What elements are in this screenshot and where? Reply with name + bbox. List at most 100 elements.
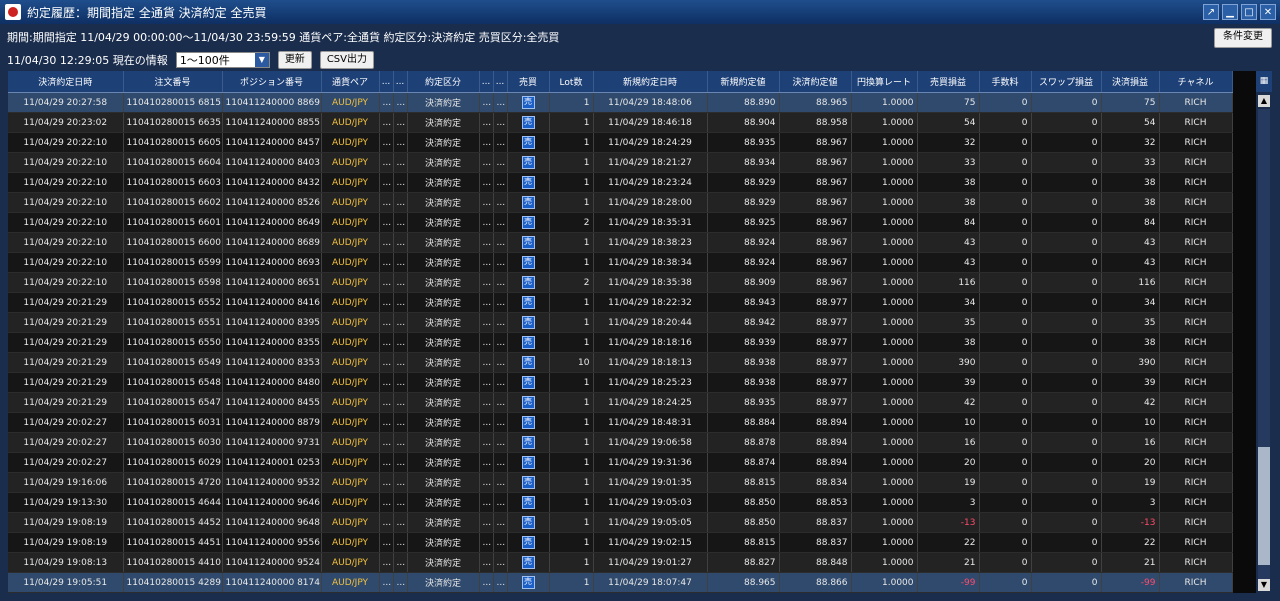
scroll-up-icon[interactable]: ▲: [1258, 95, 1270, 107]
table-row[interactable]: 11/04/29 19:13:30 110410280015 4644 110411…: [8, 492, 1233, 513]
table-cell: RICH: [1159, 512, 1233, 533]
table-row[interactable]: 11/04/29 20:21:29 110410280015 6551 110411…: [8, 312, 1233, 333]
column-header[interactable]: ポジション番号: [222, 71, 322, 93]
column-header[interactable]: ...: [479, 71, 494, 93]
table-row[interactable]: 11/04/29 20:22:10 110410280015 6602 110411…: [8, 192, 1233, 213]
table-cell: 0: [1031, 432, 1102, 453]
table-cell: 11/04/29 18:35:38: [593, 272, 708, 293]
side-badge-cell: 売: [507, 252, 550, 273]
table-cell: 38: [1101, 192, 1160, 213]
column-header[interactable]: 手数料: [979, 71, 1032, 93]
table-cell: ...: [479, 152, 494, 173]
column-header[interactable]: 注文番号: [123, 71, 223, 93]
table-cell: 20: [917, 452, 980, 473]
table-row[interactable]: 11/04/29 20:22:10 110410280015 6604 110411…: [8, 152, 1233, 173]
sell-badge: 売: [521, 516, 535, 529]
column-header[interactable]: チャネル: [1159, 71, 1233, 93]
table-row[interactable]: 11/04/29 20:02:27 110410280015 6029 110411…: [8, 452, 1233, 473]
table-cell: 0: [979, 452, 1032, 473]
csv-export-button[interactable]: CSV出力: [319, 51, 374, 69]
table-cell: 0: [979, 492, 1032, 513]
table-row[interactable]: 11/04/29 19:08:19 110410280015 4451 110411…: [8, 532, 1233, 553]
table-cell: ...: [393, 192, 408, 213]
column-settings-icon[interactable]: ▦: [1256, 71, 1272, 92]
table-cell: 19: [917, 472, 980, 493]
table-row[interactable]: 11/04/29 19:08:19 110410280015 4452 110411…: [8, 512, 1233, 533]
table-cell: 0: [979, 192, 1032, 213]
table-row[interactable]: 11/04/29 19:08:13 110410280015 4410 110411…: [8, 552, 1233, 573]
table-cell: ...: [379, 372, 394, 393]
table-row[interactable]: 11/04/29 20:02:27 110410280015 6031 110411…: [8, 412, 1233, 433]
column-header[interactable]: 約定区分: [407, 71, 480, 93]
column-header[interactable]: ...: [393, 71, 408, 93]
table-cell: AUD/JPY: [321, 452, 380, 473]
table-row[interactable]: 11/04/29 19:05:51 110410280015 4289 110411…: [8, 572, 1233, 593]
table-cell: 0: [979, 532, 1032, 553]
table-cell: 11/04/29 20:21:29: [8, 352, 124, 373]
close-icon[interactable]: ✕: [1260, 4, 1276, 20]
column-header[interactable]: 通貨ペア: [321, 71, 380, 93]
chevron-down-icon[interactable]: ▼: [254, 53, 269, 67]
table-row[interactable]: 11/04/29 20:27:58 110410280015 6815 110411…: [8, 92, 1233, 113]
table-cell: 1.0000: [851, 112, 918, 133]
table-row[interactable]: 11/04/29 20:21:29 110410280015 6547 110411…: [8, 392, 1233, 413]
table-row[interactable]: 11/04/29 20:21:29 110410280015 6549 110411…: [8, 352, 1233, 373]
table-row[interactable]: 11/04/29 20:22:10 110410280015 6599 110411…: [8, 252, 1233, 273]
table-cell: 88.977: [779, 292, 852, 313]
table-cell: 110410280015 6603: [123, 172, 223, 193]
table-cell: RICH: [1159, 272, 1233, 293]
column-header[interactable]: 売買: [507, 71, 550, 93]
table-cell: -13: [917, 512, 980, 533]
table-cell: 110411240000 8693: [222, 252, 322, 273]
table-cell: 3: [1101, 492, 1160, 513]
minimize-icon[interactable]: ▁: [1222, 4, 1238, 20]
table-row[interactable]: 11/04/29 20:22:10 110410280015 6598 110411…: [8, 272, 1233, 293]
column-header[interactable]: 決済約定値: [779, 71, 852, 93]
column-header[interactable]: ...: [493, 71, 508, 93]
table-row[interactable]: 11/04/29 20:22:10 110410280015 6605 110411…: [8, 132, 1233, 153]
table-row[interactable]: 11/04/29 20:22:10 110410280015 6600 110411…: [8, 232, 1233, 253]
pin-icon[interactable]: ↗: [1203, 4, 1219, 20]
table-row[interactable]: 11/04/29 20:02:27 110410280015 6030 110411…: [8, 432, 1233, 453]
column-header[interactable]: 新規約定日時: [593, 71, 708, 93]
column-header[interactable]: 決済約定日時: [8, 71, 124, 93]
table-cell: AUD/JPY: [321, 112, 380, 133]
table-cell: 75: [917, 92, 980, 113]
table-cell: 88.878: [707, 432, 780, 453]
table-cell: RICH: [1159, 192, 1233, 213]
table-cell: 1: [549, 472, 594, 493]
table-row[interactable]: 11/04/29 20:21:29 110410280015 6548 110411…: [8, 372, 1233, 393]
change-condition-button[interactable]: 条件変更: [1214, 28, 1272, 48]
table-body: 11/04/29 20:27:58 110410280015 6815 110411…: [8, 92, 1233, 593]
table-row[interactable]: 11/04/29 20:23:02 110410280015 6635 110411…: [8, 112, 1233, 133]
vertical-scrollbar[interactable]: ▦ ▲ ▼: [1256, 71, 1272, 593]
column-header[interactable]: 決済損益: [1101, 71, 1160, 93]
column-header[interactable]: スワップ損益: [1031, 71, 1102, 93]
column-header[interactable]: 円換算レート: [851, 71, 918, 93]
table-cell: ...: [479, 352, 494, 373]
scroll-thumb[interactable]: [1258, 447, 1270, 565]
table-cell: ...: [493, 272, 508, 293]
column-header[interactable]: 売買損益: [917, 71, 980, 93]
scroll-down-icon[interactable]: ▼: [1258, 579, 1270, 591]
refresh-button[interactable]: 更新: [277, 51, 312, 69]
table-row[interactable]: 11/04/29 20:21:29 110410280015 6550 110411…: [8, 332, 1233, 353]
table-row[interactable]: 11/04/29 19:16:06 110410280015 4720 110411…: [8, 472, 1233, 493]
column-header[interactable]: Lot数: [549, 71, 594, 93]
column-header[interactable]: 新規約定値: [707, 71, 780, 93]
side-badge-cell: 売: [507, 132, 550, 153]
table-cell: 110410280015 6551: [123, 312, 223, 333]
table-cell: 110410280015 6600: [123, 232, 223, 253]
table-cell: 110410280015 4289: [123, 572, 223, 593]
title-bar[interactable]: 約定履歴：期間指定 全通貨 決済約定 全売買 ↗ ▁ □ ✕: [0, 0, 1280, 24]
table-cell: 0: [1031, 272, 1102, 293]
table-cell: 1.0000: [851, 132, 918, 153]
table-row[interactable]: 11/04/29 20:22:10 110410280015 6603 110411…: [8, 172, 1233, 193]
column-header[interactable]: ...: [379, 71, 394, 93]
range-select[interactable]: 1～100件 ▼: [175, 52, 270, 68]
table-row[interactable]: 11/04/29 20:21:29 110410280015 6552 110411…: [8, 292, 1233, 313]
table-cell: ...: [379, 92, 394, 113]
table-cell: 11/04/29 18:48:06: [593, 92, 708, 113]
maximize-icon[interactable]: □: [1241, 4, 1257, 20]
table-row[interactable]: 11/04/29 20:22:10 110410280015 6601 110411…: [8, 212, 1233, 233]
